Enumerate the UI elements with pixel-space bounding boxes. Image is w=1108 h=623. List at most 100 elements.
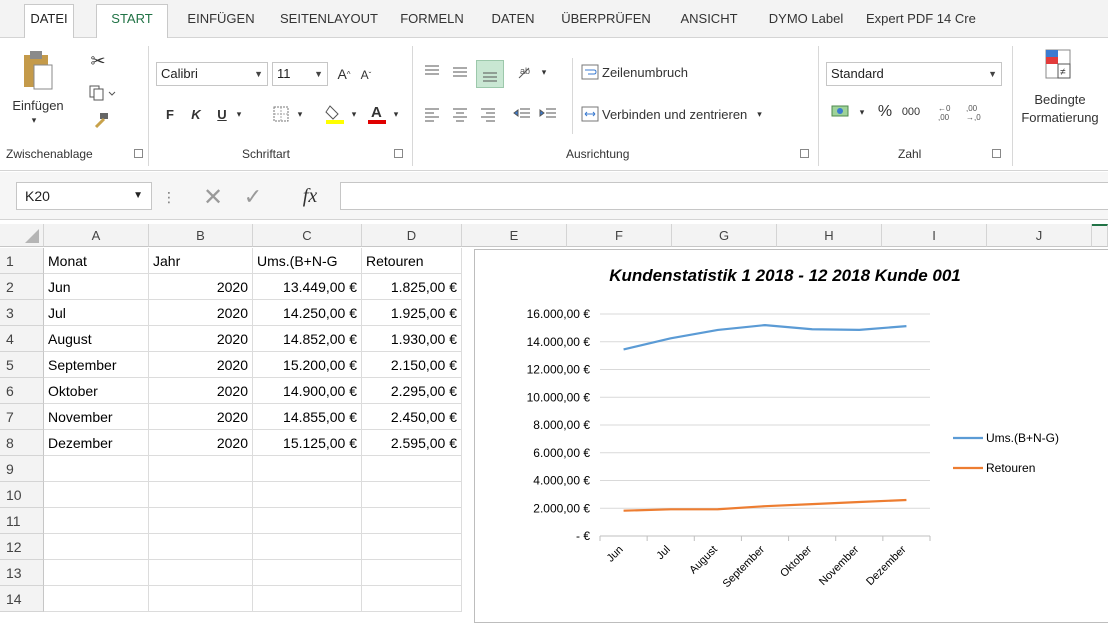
cell-umsatz[interactable]: 14.250,00 € — [253, 300, 362, 326]
cell-umsatz[interactable]: 14.855,00 € — [253, 404, 362, 430]
empty-cell[interactable] — [253, 586, 362, 612]
cell-umsatz[interactable]: 14.852,00 € — [253, 326, 362, 352]
paste-button[interactable]: Einfügen — [10, 96, 66, 114]
row-header[interactable]: 11 — [0, 508, 44, 534]
enter-icon[interactable]: ✓ — [238, 184, 268, 210]
cell-monat[interactable]: August — [44, 326, 149, 352]
tab-einfuegen[interactable]: EINFÜGEN — [180, 8, 262, 38]
cell-header-umsatz[interactable]: Ums.(B+N-G — [253, 248, 362, 274]
italic-button[interactable]: K — [186, 102, 206, 126]
cell-jahr[interactable]: 2020 — [149, 326, 253, 352]
column-header-f[interactable]: F — [567, 224, 672, 247]
decrease-indent-icon[interactable] — [510, 102, 534, 126]
font-color-dropdown-icon[interactable]: ▾ — [390, 102, 402, 126]
cell-retouren[interactable]: 2.595,00 € — [362, 430, 462, 456]
empty-cell[interactable] — [149, 534, 253, 560]
cell-monat[interactable]: Dezember — [44, 430, 149, 456]
copy-icon[interactable] — [86, 82, 120, 104]
column-header-d[interactable]: D — [362, 224, 462, 247]
empty-cell[interactable] — [44, 482, 149, 508]
cell-retouren[interactable]: 1.930,00 € — [362, 326, 462, 352]
empty-cell[interactable] — [253, 456, 362, 482]
column-header-g[interactable]: G — [672, 224, 777, 247]
cond-format-label-2[interactable]: Formatierung — [1012, 108, 1108, 126]
currency-dropdown-icon[interactable]: ▾ — [856, 100, 868, 124]
empty-cell[interactable] — [362, 560, 462, 586]
cut-icon[interactable]: ✂ — [86, 50, 110, 72]
empty-cell[interactable] — [44, 560, 149, 586]
align-middle-icon[interactable] — [448, 60, 472, 84]
formula-input[interactable] — [340, 182, 1108, 210]
bold-button[interactable]: F — [160, 102, 180, 126]
align-top-icon[interactable] — [420, 60, 444, 84]
currency-icon[interactable] — [828, 100, 854, 124]
empty-cell[interactable] — [149, 508, 253, 534]
align-right-icon[interactable] — [476, 102, 500, 126]
increase-decimal-icon[interactable]: ←0,00 — [934, 100, 960, 124]
empty-cell[interactable] — [44, 456, 149, 482]
thousands-separator-button[interactable]: 000 — [898, 100, 924, 124]
align-bottom-icon[interactable] — [476, 60, 504, 88]
paste-icon[interactable] — [18, 48, 58, 94]
empty-cell[interactable] — [362, 482, 462, 508]
tab-start[interactable]: START — [96, 4, 168, 39]
row-header[interactable]: 12 — [0, 534, 44, 560]
cell-umsatz[interactable]: 14.900,00 € — [253, 378, 362, 404]
cell-monat[interactable]: Jun — [44, 274, 149, 300]
font-size-select[interactable]: 11 ▼ — [272, 62, 328, 86]
fill-color-icon[interactable] — [322, 100, 348, 126]
cell-header-retouren[interactable]: Retouren — [362, 248, 462, 274]
tab-ansicht[interactable]: ANSICHT — [664, 8, 754, 38]
column-header-b[interactable]: B — [149, 224, 253, 247]
line-chart[interactable]: Kundenstatistik 1 2018 - 12 2018 Kunde 0… — [474, 249, 1108, 623]
row-header[interactable]: 1 — [0, 248, 44, 274]
align-left-icon[interactable] — [420, 102, 444, 126]
font-name-select[interactable]: Calibri ▼ — [156, 62, 268, 86]
paste-dropdown-icon[interactable]: ▾ — [28, 114, 40, 126]
increase-indent-icon[interactable] — [536, 102, 560, 126]
row-header[interactable]: 5 — [0, 352, 44, 378]
clipboard-launcher-icon[interactable] — [134, 149, 143, 158]
row-header[interactable]: 8 — [0, 430, 44, 456]
cond-format-label-1[interactable]: Bedingte — [1012, 90, 1108, 108]
cell-header-jahr[interactable]: Jahr — [149, 248, 253, 274]
font-color-icon[interactable]: A — [364, 100, 390, 126]
row-header[interactable]: 4 — [0, 326, 44, 352]
column-header-h[interactable]: H — [777, 224, 882, 247]
cell-monat[interactable]: November — [44, 404, 149, 430]
tab-expert-pdf[interactable]: Expert PDF 14 Cre — [858, 8, 1108, 38]
align-center-icon[interactable] — [448, 102, 472, 126]
insert-function-button[interactable]: fx — [292, 182, 328, 210]
cell-jahr[interactable]: 2020 — [149, 274, 253, 300]
drag-handle-icon[interactable]: ⋮ — [162, 184, 176, 210]
empty-cell[interactable] — [253, 534, 362, 560]
number-launcher-icon[interactable] — [992, 149, 1001, 158]
empty-cell[interactable] — [362, 534, 462, 560]
column-header-c[interactable]: C — [253, 224, 362, 247]
row-header[interactable]: 10 — [0, 482, 44, 508]
cell-monat[interactable]: September — [44, 352, 149, 378]
decrease-decimal-icon[interactable]: ,00 →,0 — [962, 100, 988, 124]
tab-datei[interactable]: DATEI — [24, 4, 74, 38]
cell-umsatz[interactable]: 13.449,00 € — [253, 274, 362, 300]
cell-jahr[interactable]: 2020 — [149, 378, 253, 404]
conditional-formatting-icon[interactable]: ≠ — [1040, 46, 1076, 86]
fill-color-dropdown-icon[interactable]: ▾ — [348, 102, 360, 126]
row-header[interactable]: 9 — [0, 456, 44, 482]
column-header-a[interactable]: A — [44, 224, 149, 247]
column-header-i[interactable]: I — [882, 224, 987, 247]
column-header-k[interactable] — [1092, 224, 1108, 247]
orientation-dropdown-icon[interactable]: ▾ — [538, 60, 550, 84]
format-painter-icon[interactable] — [90, 110, 112, 132]
underline-dropdown-icon[interactable]: ▾ — [232, 102, 246, 126]
alignment-launcher-icon[interactable] — [800, 149, 809, 158]
empty-cell[interactable] — [149, 586, 253, 612]
font-launcher-icon[interactable] — [394, 149, 403, 158]
tab-seitenlayout[interactable]: SEITENLAYOUT — [274, 8, 384, 38]
cell-umsatz[interactable]: 15.125,00 € — [253, 430, 362, 456]
cell-retouren[interactable]: 2.450,00 € — [362, 404, 462, 430]
grow-font-icon[interactable]: A ^ — [334, 62, 354, 86]
cell-retouren[interactable]: 2.295,00 € — [362, 378, 462, 404]
empty-cell[interactable] — [149, 482, 253, 508]
cell-jahr[interactable]: 2020 — [149, 300, 253, 326]
